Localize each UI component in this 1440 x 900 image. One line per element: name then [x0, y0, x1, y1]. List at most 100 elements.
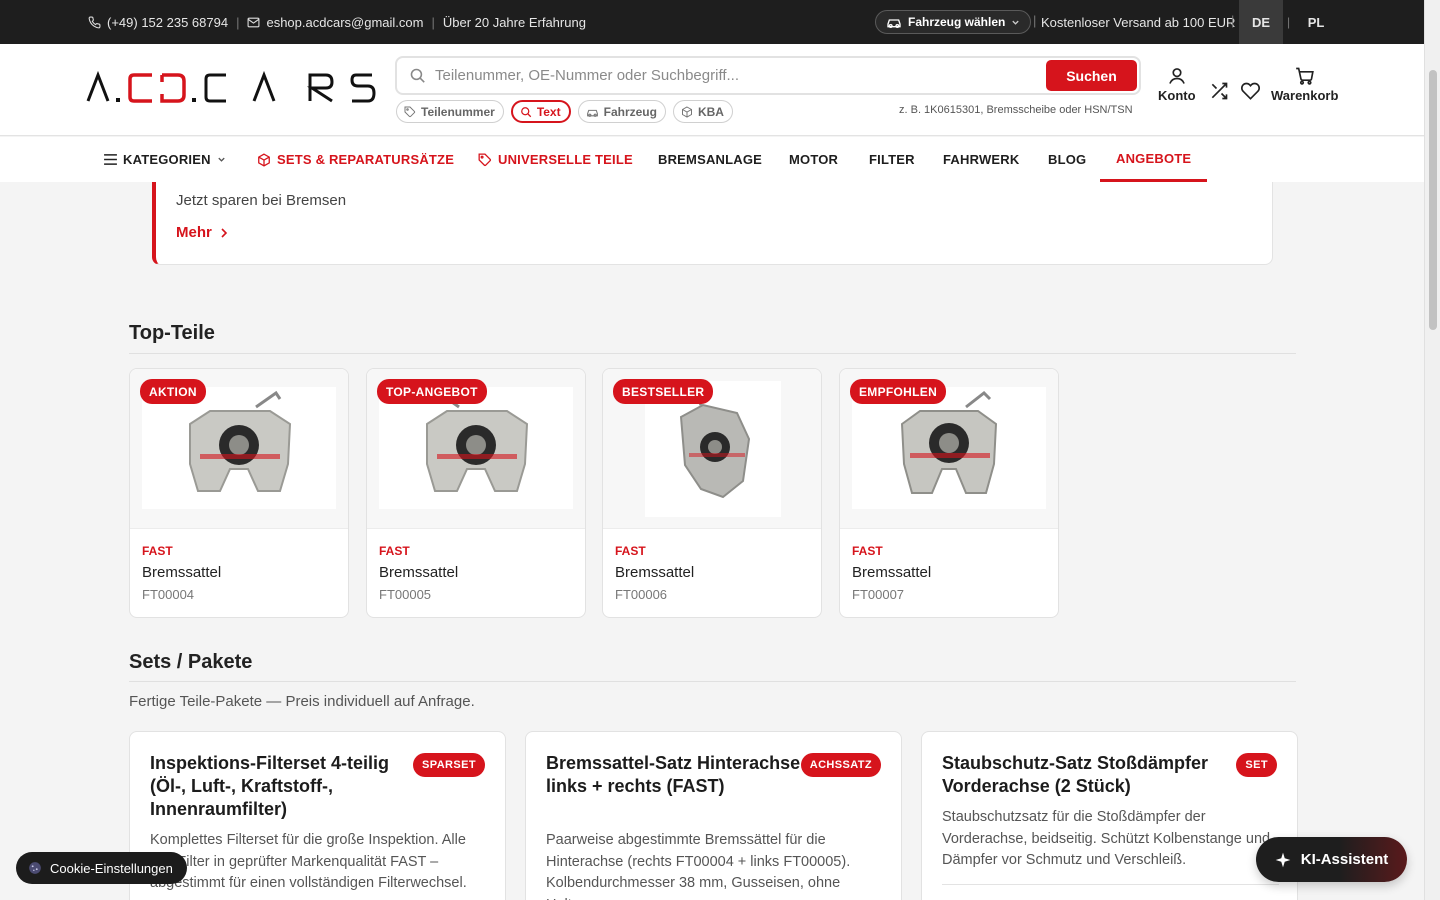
product-card[interactable]: AKTION FAST Bremssattel FT00004 [129, 368, 349, 618]
box-icon [681, 105, 692, 118]
chip-vehicle[interactable]: Fahrzeug [577, 100, 666, 123]
chip-label: KBA [697, 104, 724, 119]
search-icon [410, 68, 425, 83]
product-sku: FT00004 [142, 587, 195, 602]
chip-text[interactable]: Text [510, 100, 571, 123]
ai-assistant-label: KI-Assistent [1300, 851, 1389, 868]
compare-icon[interactable] [1209, 81, 1229, 101]
search-bar: Suchen [395, 56, 1141, 95]
product-name[interactable]: Bremssattel [852, 564, 931, 581]
search-button[interactable]: Suchen [1046, 60, 1137, 91]
search-mode-chips: Teilenummer Text Fahrzeug KBA [396, 100, 733, 123]
set-description: Staubschutzsatz für die Stoßdämpfer der … [942, 809, 1271, 868]
product-badge: BESTSELLER [613, 379, 714, 404]
nav-suspension[interactable]: FAHRWERK [943, 137, 1019, 182]
account-button[interactable]: Konto [1158, 66, 1196, 103]
nav-sets[interactable]: SETS & REPARATURSÄTZE [257, 137, 454, 182]
email-address[interactable]: eshop.acdcars@gmail.com [266, 15, 423, 30]
section-divider [129, 681, 1296, 682]
top-parts-title: Top-Teile [129, 322, 215, 344]
chevron-down-icon [218, 157, 225, 162]
search-icon [520, 106, 532, 117]
cart-button[interactable]: Warenkorb [1271, 66, 1338, 103]
site-logo[interactable] [86, 70, 376, 110]
chip-kba[interactable]: KBA [672, 100, 733, 123]
heart-icon[interactable] [1240, 81, 1261, 101]
set-title[interactable]: Staubschutz-Satz Stoßdämpfer Vorderachse… [942, 752, 1232, 798]
set-card[interactable]: Bremssattel-Satz Hinterachse links + rec… [525, 731, 902, 900]
tag-icon [404, 106, 416, 117]
promo-more-link[interactable]: Mehr [176, 224, 228, 241]
nav-blog[interactable]: BLOG [1048, 137, 1086, 182]
set-title[interactable]: Inspektions-Filterset 4-teilig (Öl-, Luf… [150, 752, 410, 821]
product-card[interactable]: BESTSELLER FAST Bremssattel FT00006 [602, 368, 822, 618]
chip-label: Teilenummer [421, 104, 495, 119]
acdcars-logo [86, 70, 376, 103]
language-de[interactable]: DE [1239, 0, 1283, 44]
select-vehicle-button[interactable]: Fahrzeug wählen [875, 10, 1032, 34]
cookie-settings-button[interactable]: Cookie-Einstellungen [16, 852, 187, 884]
box-icon [258, 152, 270, 167]
set-description: Paarweise abgestimmte Bremssättel für di… [546, 832, 851, 900]
set-divider [942, 884, 1279, 885]
page-scrollbar[interactable] [1424, 0, 1440, 900]
product-name[interactable]: Bremssattel [142, 564, 221, 581]
account-label: Konto [1158, 88, 1196, 103]
nav-categories-label: KATEGORIEN [123, 152, 211, 167]
car-icon [887, 19, 901, 28]
set-title[interactable]: Bremssattel-Satz Hinterachse links + rec… [546, 752, 806, 798]
sparkle-icon [1275, 852, 1291, 867]
nav-categories[interactable]: KATEGORIEN [104, 137, 226, 182]
product-brand: FAST [852, 544, 883, 558]
language-pl[interactable]: PL [1294, 0, 1338, 44]
product-card[interactable]: TOP-ANGEBOT FAST Bremssattel FT00005 [366, 368, 586, 618]
mail-icon [248, 17, 260, 27]
set-description: Komplettes Filterset für die große Inspe… [150, 832, 467, 891]
nav-engine[interactable]: MOTOR [789, 137, 838, 182]
product-sku: FT00006 [615, 587, 668, 602]
phone-number[interactable]: (+49) 152 235 68794 [107, 15, 228, 30]
site-header: Suchen Teilenummer Text Fahrzeug KBA z. … [0, 44, 1424, 136]
cookie-settings-label: Cookie-Einstellungen [50, 860, 173, 876]
select-vehicle-label: Fahrzeug wählen [908, 15, 1006, 29]
set-badge: ACHSSATZ [800, 753, 881, 777]
nav-offers[interactable]: ANGEBOTE [1100, 137, 1208, 182]
cookie-icon [29, 862, 41, 874]
promo-more-label: Mehr [176, 224, 212, 241]
user-icon [1168, 68, 1185, 84]
divider: | [1231, 13, 1235, 28]
set-badge: SET [1236, 753, 1277, 777]
set-card[interactable]: Staubschutz-Satz Stoßdämpfer Vorderachse… [921, 731, 1298, 900]
divider: | [1287, 15, 1291, 29]
ai-assistant-button[interactable]: KI-Assistent [1256, 837, 1407, 882]
product-brand: FAST [379, 544, 410, 558]
product-badge: TOP-ANGEBOT [377, 379, 487, 404]
car-icon [586, 109, 598, 117]
nav-filter[interactable]: FILTER [869, 137, 915, 182]
product-sku: FT00007 [852, 587, 905, 602]
divider: | [431, 14, 435, 30]
sets-title: Sets / Pakete [129, 651, 253, 673]
tag-icon [478, 153, 491, 166]
chip-part-number[interactable]: Teilenummer [396, 100, 504, 123]
product-brand: FAST [142, 544, 173, 558]
cart-icon [1296, 67, 1315, 85]
section-divider [129, 353, 1296, 354]
divider: | [1033, 13, 1037, 28]
promo-banner: Jetzt sparen bei Bremsen Mehr [152, 182, 1273, 265]
contact-info: (+49) 152 235 68794 | eshop.acdcars@gmai… [88, 0, 586, 44]
set-badge: SPARSET [413, 753, 485, 777]
search-input[interactable] [435, 62, 1035, 89]
promo-text: Jetzt sparen bei Bremsen [176, 192, 347, 209]
product-name[interactable]: Bremssattel [379, 564, 458, 581]
product-name[interactable]: Bremssattel [615, 564, 694, 581]
nav-brakes[interactable]: BREMSANLAGE [658, 137, 762, 182]
scrollbar-thumb[interactable] [1429, 70, 1437, 330]
product-badge: EMPFOHLEN [850, 379, 947, 404]
product-card[interactable]: EMPFOHLEN FAST Bremssattel FT00007 [839, 368, 1059, 618]
product-brand: FAST [615, 544, 646, 558]
nav-sets-label: SETS & REPARATURSÄTZE [277, 152, 455, 167]
chevron-right-icon [221, 227, 227, 238]
nav-universal[interactable]: UNIVERSELLE TEILE [478, 137, 633, 182]
divider: | [236, 14, 240, 30]
